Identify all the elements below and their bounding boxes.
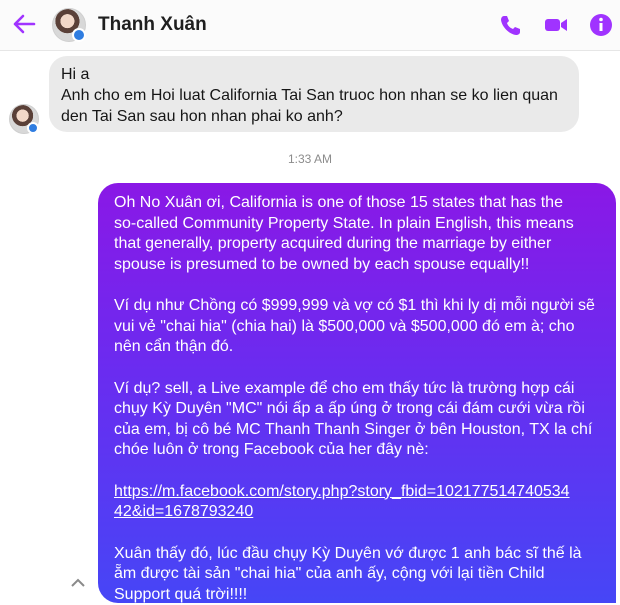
message-paragraph: Ví dụ? sell, a Live example để cho em th… [114, 379, 604, 461]
message-line: Xuân thấy đó, lúc đầu chụy Kỳ Duyên vớ đ… [114, 544, 604, 565]
facebook-story-link[interactable]: https://m.facebook.com/story.php?story_f… [114, 482, 604, 523]
message-paragraph: Xuân thấy đó, lúc đầu chụy Kỳ Duyên vớ đ… [114, 544, 604, 605]
online-status-dot [72, 28, 86, 42]
online-status-dot [27, 122, 39, 134]
link-line[interactable]: https://m.facebook.com/story.php?story_f… [114, 482, 604, 503]
sender-avatar[interactable] [9, 104, 39, 134]
chat-header: Thanh Xuân [0, 0, 620, 51]
video-call-button[interactable] [543, 12, 569, 38]
message-status-icon [70, 578, 86, 588]
message-paragraph: Oh No Xuân ơi, California is one of thos… [114, 193, 604, 275]
incoming-message-bubble[interactable]: Hi a Anh cho em Hoi luat California Tai … [49, 56, 579, 132]
message-line: Hi a [61, 64, 567, 85]
message-line: Anh cho em Hoi luat California Tai San t… [61, 85, 567, 106]
contact-name[interactable]: Thanh Xuân [98, 14, 207, 36]
message-line: vui vẻ "chai hia" (chia hai) là $500,000… [114, 317, 604, 338]
call-button[interactable] [498, 12, 524, 38]
info-button[interactable] [588, 12, 614, 38]
link-line[interactable]: 42&id=1678793240 [114, 502, 604, 523]
message-line: ẵm được tài sản "chai hia" của anh ấy, c… [114, 564, 604, 585]
message-timestamp: 1:33 AM [0, 152, 620, 166]
message-line: Ví dụ như Chồng có $999,999 và vợ có $1 … [114, 296, 604, 317]
video-camera-icon [543, 12, 569, 38]
message-line: chụy Kỳ Duyên "MC" nói ấp a ấp úng ở tro… [114, 399, 604, 420]
message-line: so-called Community Property State. In p… [114, 214, 604, 235]
message-paragraph: Ví dụ như Chồng có $999,999 và vợ có $1 … [114, 296, 604, 358]
phone-icon [498, 12, 524, 38]
message-line: Ví dụ? sell, a Live example để cho em th… [114, 379, 604, 400]
message-line: that generally, property acquired during… [114, 234, 604, 255]
outgoing-message-bubble[interactable]: Oh No Xuân ơi, California is one of thos… [98, 183, 616, 603]
message-line: Oh No Xuân ơi, California is one of thos… [114, 193, 604, 214]
avatar[interactable] [52, 8, 86, 42]
message-line: den Tai San sau hon nhan phai ko anh? [61, 106, 567, 127]
message-line: của em, bị cô bé MC Thanh Thanh Singer ở… [114, 420, 604, 441]
info-icon [588, 12, 614, 38]
message-line: nên cẩn thận đó. [114, 337, 604, 358]
back-button[interactable] [10, 12, 38, 36]
message-line: spouse is presumed to be owned by each s… [114, 255, 604, 276]
message-line: chóe luôn ở trong Facebook của her đây n… [114, 440, 604, 461]
arrow-left-icon [12, 14, 36, 34]
